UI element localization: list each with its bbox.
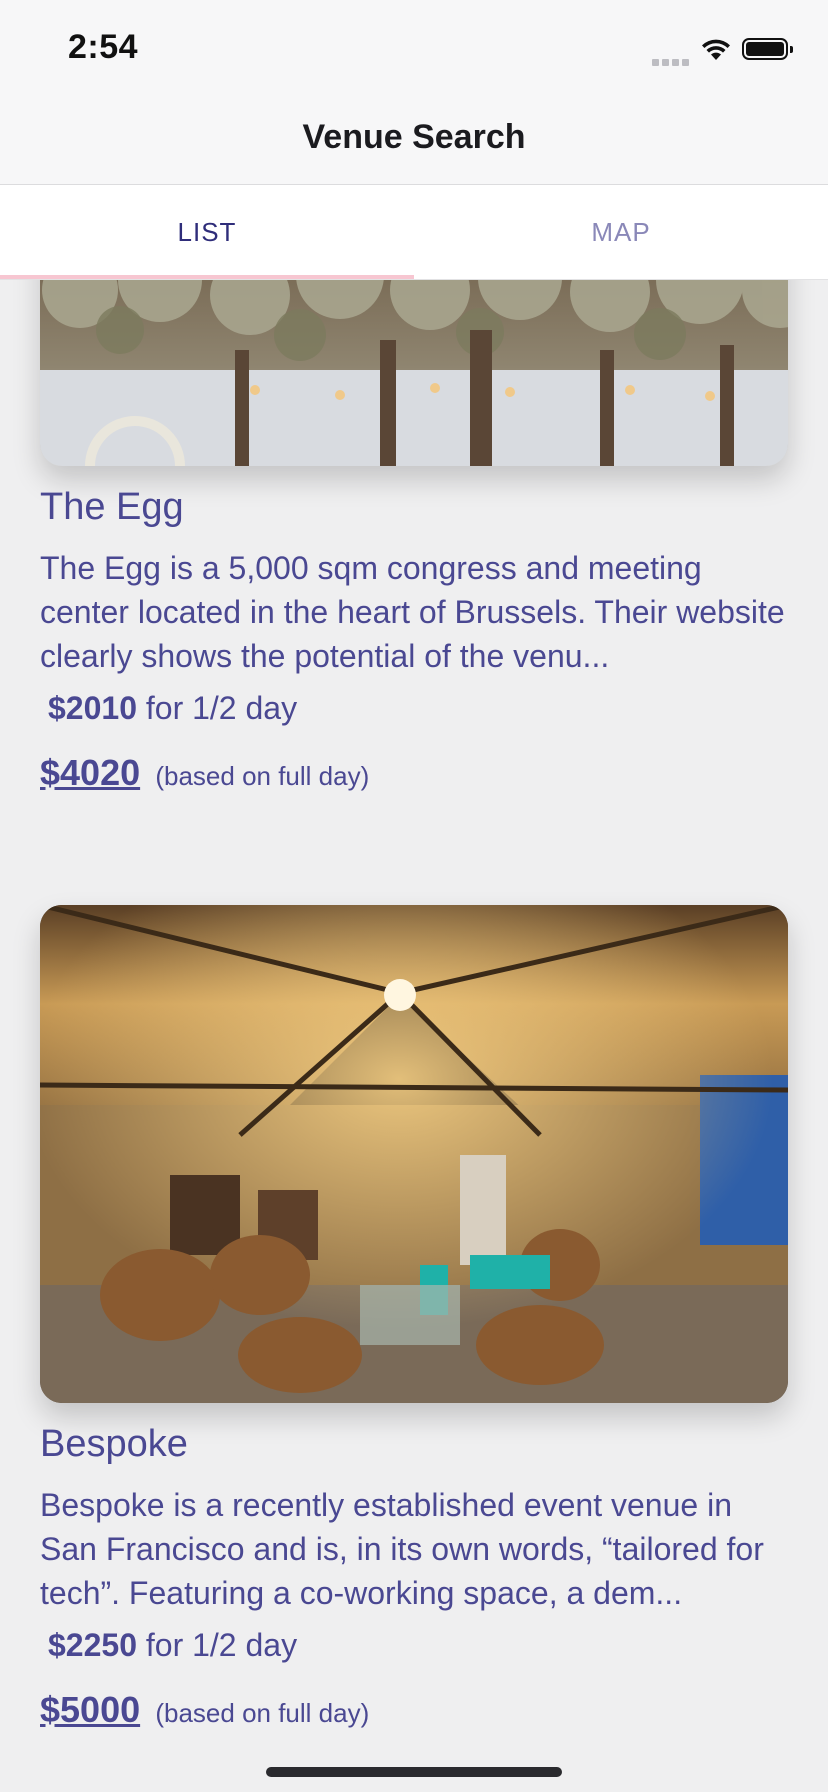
venue-list[interactable]: The Egg The Egg is a 5,000 sqm congress … [0, 280, 828, 1792]
cellular-signal-icon [652, 53, 692, 71]
page-title: Venue Search [302, 118, 526, 156]
full-day-price: $4020 (based on full day) [40, 752, 369, 794]
venue-description: The Egg is a 5,000 sqm congress and meet… [40, 550, 785, 674]
venue-name[interactable]: The Egg [40, 486, 184, 529]
active-tab-indicator [0, 275, 414, 279]
full-day-price-label: (based on full day) [155, 761, 370, 791]
wifi-icon [702, 39, 730, 60]
half-day-price-label: for 1/2 day [145, 1627, 298, 1663]
tab-list[interactable]: LIST [0, 185, 414, 279]
half-day-price-label: for 1/2 day [145, 690, 298, 726]
venue-description: Bespoke is a recently established event … [40, 1487, 764, 1611]
full-day-price-amount[interactable]: $5000 [40, 1689, 140, 1730]
status-bar: 2:54 [0, 0, 828, 96]
battery-icon [742, 38, 793, 60]
venue-card-bespoke[interactable]: Bespoke Bespoke is a recently establishe… [40, 905, 788, 1792]
half-day-price: $2010 for 1/2 day [48, 690, 297, 727]
half-day-price-amount: $2250 [48, 1627, 137, 1663]
venue-photo[interactable] [40, 280, 788, 466]
navigation-bar: Venue Search [0, 96, 828, 185]
full-day-price-amount[interactable]: $4020 [40, 752, 140, 793]
venue-photo-image [40, 905, 788, 1403]
full-day-price-label: (based on full day) [155, 1698, 370, 1728]
venue-name[interactable]: Bespoke [40, 1423, 188, 1466]
venue-photo-image [40, 280, 788, 466]
status-time: 2:54 [68, 28, 139, 66]
segmented-tabs: LIST MAP [0, 185, 828, 280]
venue-photo[interactable] [40, 905, 788, 1403]
half-day-price: $2250 for 1/2 day [48, 1627, 297, 1664]
home-indicator[interactable] [266, 1767, 562, 1777]
tab-map[interactable]: MAP [414, 185, 828, 279]
full-day-price: $5000 (based on full day) [40, 1689, 369, 1731]
half-day-price-amount: $2010 [48, 690, 137, 726]
